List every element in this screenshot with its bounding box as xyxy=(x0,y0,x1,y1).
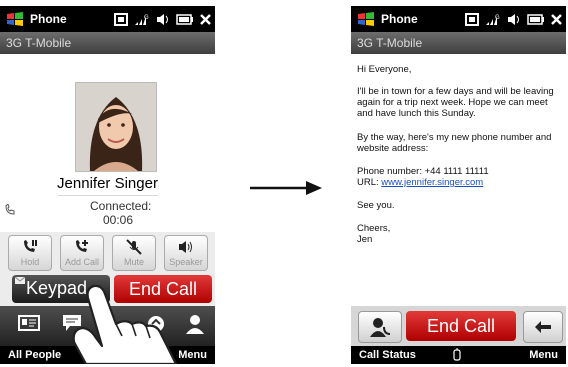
handset-status-icon xyxy=(5,204,15,215)
softkey-bar: Call Status Menu xyxy=(351,346,566,364)
message-closing: Cheers, xyxy=(357,223,391,234)
speaker-button[interactable]: Speaker xyxy=(164,235,208,271)
contact-call-icon[interactable] xyxy=(184,314,206,334)
menu-softkey[interactable]: Menu xyxy=(529,349,558,361)
caller-photo xyxy=(75,82,157,172)
hold-label: Hold xyxy=(20,257,40,267)
website-link[interactable]: www.jennifer.singer.com xyxy=(381,177,483,188)
hold-button[interactable]: Hold xyxy=(8,235,52,271)
message-body: Hi Everyone, I'll be in town for a few d… xyxy=(351,54,566,306)
all-people-softkey[interactable]: All People xyxy=(8,349,61,361)
input-panel-icon[interactable] xyxy=(451,348,463,362)
transition-arrow-icon xyxy=(250,181,322,195)
status-bar: Phone G xyxy=(351,6,566,32)
battery-icon[interactable] xyxy=(176,13,194,26)
caller-name: Jennifer Singer xyxy=(57,175,158,192)
app-title: Phone xyxy=(381,12,418,26)
message-paragraph-1: I'll be in town for a few days and will … xyxy=(357,86,554,119)
keypad-corner-icon xyxy=(15,277,25,284)
data-connection-icon[interactable] xyxy=(465,12,479,26)
speaker-label: Speaker xyxy=(169,257,203,267)
back-arrow-icon xyxy=(535,321,551,333)
connection-status: Connected: xyxy=(90,199,152,213)
svg-text:G: G xyxy=(144,15,149,21)
carrier-bar: 3G T-Mobile xyxy=(351,32,566,54)
divider xyxy=(58,195,158,196)
data-connection-icon[interactable] xyxy=(114,12,128,26)
app-title: Phone xyxy=(30,12,67,26)
signal-icon[interactable]: G xyxy=(485,13,501,26)
call-timer: 00:06 xyxy=(103,213,134,227)
mute-button[interactable]: Mute xyxy=(112,235,156,271)
windows-logo-icon[interactable] xyxy=(357,12,375,26)
add-call-icon xyxy=(76,240,88,252)
pointing-hand-icon xyxy=(72,284,178,364)
call-action-row: End Call xyxy=(351,306,566,346)
menu-softkey[interactable]: Menu xyxy=(178,349,207,361)
contact-call-icon xyxy=(370,318,390,337)
phone-screen-right: Phone G 3G T-Mobile Hi Everyone, I'll be… xyxy=(351,6,566,364)
message-paragraph-2: By the way, here's my new phone number a… xyxy=(357,132,552,154)
back-button[interactable] xyxy=(523,311,563,343)
close-icon[interactable] xyxy=(200,13,211,25)
contact-button[interactable] xyxy=(358,311,402,343)
add-call-button[interactable]: Add Call xyxy=(60,235,104,271)
call-control-row: Hold Add Call Mute Speaker xyxy=(0,232,215,272)
speaker-icon xyxy=(179,241,192,253)
message-see-you: See you. xyxy=(357,200,395,211)
hold-icon xyxy=(24,240,37,252)
call-info-area: Jennifer Singer Connected: 00:06 xyxy=(0,54,215,232)
close-icon[interactable] xyxy=(551,13,562,25)
volume-icon[interactable] xyxy=(507,13,521,26)
signal-icon[interactable]: G xyxy=(134,13,150,26)
contact-card-icon[interactable] xyxy=(18,314,40,332)
volume-icon[interactable] xyxy=(156,13,170,26)
carrier-label: 3G T-Mobile xyxy=(6,36,72,50)
svg-text:G: G xyxy=(495,15,500,21)
url-label: URL: xyxy=(357,177,382,188)
message-greeting: Hi Everyone, xyxy=(357,64,412,75)
carrier-label: 3G T-Mobile xyxy=(357,36,423,50)
phone-screen-left: Phone G 3G T-Mobile Jennifer Singer Conn… xyxy=(0,6,215,364)
carrier-bar: 3G T-Mobile xyxy=(0,32,215,54)
status-bar: Phone G xyxy=(0,6,215,32)
add-call-label: Add Call xyxy=(64,257,100,267)
end-call-button[interactable]: End Call xyxy=(406,311,516,341)
call-status-softkey[interactable]: Call Status xyxy=(359,349,416,361)
mute-label: Mute xyxy=(123,257,144,267)
message-url-line: URL: www.jennifer.singer.com xyxy=(357,177,563,188)
battery-icon[interactable] xyxy=(527,13,545,26)
windows-logo-icon[interactable] xyxy=(6,12,24,26)
mute-icon xyxy=(126,239,142,255)
message-phone-number[interactable]: Phone number: +44 1111 11111 xyxy=(357,166,563,177)
message-signature: Jen xyxy=(357,234,373,245)
